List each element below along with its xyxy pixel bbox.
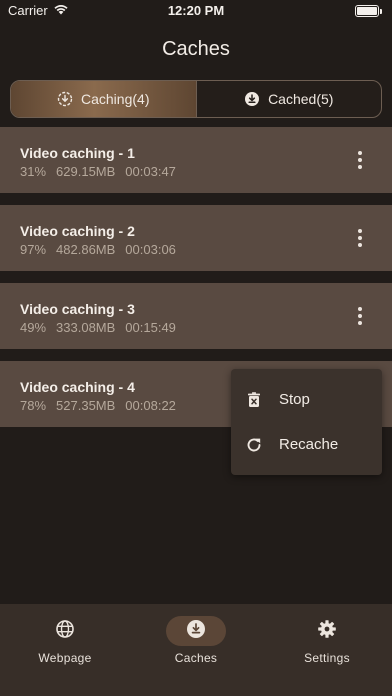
nav-settings-label: Settings [304,651,350,665]
item-size: 527.35MB [56,398,116,413]
status-bar: Carrier 12:20 PM [0,0,392,22]
nav-webpage[interactable]: Webpage [0,604,130,674]
battery-cap [380,8,382,14]
nav-webpage-pill [35,616,95,646]
item-percent: 31% [20,164,47,179]
list-item[interactable]: Video caching - 2 97% 482.86MB 00:03:06 [0,205,392,271]
refresh-icon [245,436,263,454]
item-percent: 49% [20,320,47,335]
download-icon [186,619,206,644]
nav-caches-label: Caches [174,651,218,665]
context-menu: Stop Recache [231,369,382,475]
item-meta: 49% 333.08MB 00:15:49 [20,320,372,335]
cached-icon [244,91,260,107]
list-item[interactable]: Video caching - 3 49% 333.08MB 00:15:49 [0,283,392,349]
item-title: Video caching - 1 [20,145,135,161]
item-size: 629.15MB [56,164,116,179]
nav-caches-pill [166,616,226,646]
battery-icon [355,5,379,17]
globe-icon [55,619,75,644]
item-meta: 31% 629.15MB 00:03:47 [20,164,372,179]
bottom-nav: Webpage Caches Settings [0,604,392,696]
menu-item-recache[interactable]: Recache [231,422,382,467]
item-percent: 97% [20,242,47,257]
nav-settings[interactable]: Settings [262,604,392,674]
list-item[interactable]: Video caching - 1 31% 629.15MB 00:03:47 [0,127,392,193]
item-duration: 00:15:49 [125,320,176,335]
item-duration: 00:08:22 [125,398,176,413]
item-duration: 00:03:06 [125,242,176,257]
more-options-icon[interactable] [354,307,366,325]
tab-cached[interactable]: Cached(5) [197,81,382,117]
gear-icon [317,619,337,644]
status-right [355,5,382,17]
tab-caching-label: Caching(4) [81,91,150,107]
item-title: Video caching - 3 [20,301,135,317]
page-title: Caches [162,38,230,60]
menu-item-stop-label: Stop [279,391,310,408]
tab-cached-label: Cached(5) [268,91,334,107]
more-options-icon[interactable] [354,229,366,247]
segmented-control: Caching(4) Cached(5) [10,80,382,118]
item-percent: 78% [20,398,47,413]
caching-icon [57,91,73,107]
item-size: 333.08MB [56,320,116,335]
status-time: 12:20 PM [167,3,225,18]
trash-icon [245,391,263,409]
nav-caches[interactable]: Caches [131,604,261,674]
tab-caching[interactable]: Caching(4) [11,81,197,117]
menu-item-recache-label: Recache [279,436,339,453]
item-size: 482.86MB [56,242,116,257]
item-duration: 00:03:47 [125,164,176,179]
menu-item-stop[interactable]: Stop [231,377,382,422]
nav-settings-pill [297,616,357,646]
more-options-icon[interactable] [354,151,366,169]
item-meta: 97% 482.86MB 00:03:06 [20,242,372,257]
item-title: Video caching - 2 [20,223,135,239]
nav-webpage-label: Webpage [38,651,92,665]
